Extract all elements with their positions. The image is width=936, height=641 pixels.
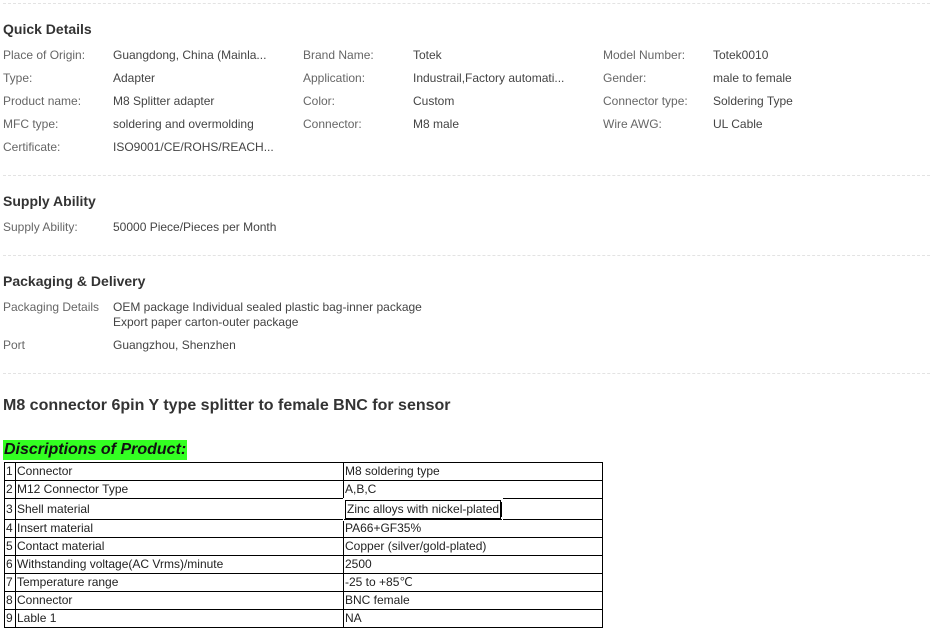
- row-number: 9: [4, 609, 16, 628]
- row-number: 1: [4, 462, 16, 481]
- field-label: Brand Name:: [303, 48, 374, 62]
- field-value: soldering and overmolding: [113, 117, 254, 131]
- field-value: UL Cable: [713, 117, 763, 131]
- product-title: M8 connector 6pin Y type splitter to fem…: [3, 397, 451, 414]
- spec-value-cell: Zinc alloys with nickel-plated: [342, 497, 603, 521]
- field-label: Product name:: [3, 94, 82, 108]
- divider: [3, 3, 930, 4]
- field-label: Color:: [303, 94, 336, 108]
- row-number: 3: [4, 498, 16, 520]
- spec-key: Connector: [15, 462, 344, 481]
- table-row: 5 Contact material Copper (silver/gold-p…: [4, 537, 603, 556]
- field-label: Wire AWG:: [603, 117, 662, 131]
- field-value: ISO9001/CE/ROHS/REACH...: [113, 140, 274, 154]
- field-value: Guangdong, China (Mainla...: [113, 48, 267, 62]
- table-row: 1 Connector M8 soldering type: [4, 462, 603, 481]
- field-value: Adapter: [113, 71, 156, 85]
- field-label: Application:: [303, 71, 366, 85]
- field-label: Type:: [3, 71, 33, 85]
- row-number: 4: [4, 519, 16, 538]
- spec-value: -25 to +85℃: [343, 573, 603, 592]
- spec-value: A,B,C: [343, 480, 603, 499]
- field-value: M8 male: [413, 117, 460, 131]
- divider: [3, 175, 930, 176]
- packaging-details-line: OEM package Individual sealed plastic ba…: [113, 300, 422, 314]
- section-title-supply-ability: Supply Ability: [3, 193, 96, 209]
- field-label: Model Number:: [603, 48, 686, 62]
- spec-key: Withstanding voltage(AC Vrms)/minute: [15, 555, 344, 574]
- section-title-packaging: Packaging & Delivery: [3, 273, 146, 289]
- port-value: Guangzhou, Shenzhen: [113, 338, 236, 352]
- field-value: male to female: [713, 71, 792, 85]
- field-value: Totek: [413, 48, 442, 62]
- table-row: 4 Insert material PA66+GF35%: [4, 519, 603, 538]
- supply-ability-label: Supply Ability:: [3, 220, 78, 234]
- field-value: Totek0010: [713, 48, 769, 62]
- row-number: 8: [4, 591, 16, 610]
- spec-value: PA66+GF35%: [343, 519, 603, 538]
- spec-key: M12 Connector Type: [15, 480, 344, 499]
- spec-key: Shell material: [15, 498, 344, 520]
- spec-value: BNC female: [343, 591, 603, 610]
- table-row: 7 Temperature range -25 to +85℃: [4, 573, 603, 592]
- field-value: Custom: [413, 94, 455, 108]
- packaging-details-label: Packaging Details: [3, 300, 100, 314]
- spec-value: 2500: [343, 555, 603, 574]
- spec-key: Connector: [15, 591, 344, 610]
- section-title-quick-details: Quick Details: [3, 21, 92, 37]
- field-label: Gender:: [603, 71, 647, 85]
- spec-key: Lable 1: [15, 609, 344, 628]
- divider: [3, 255, 930, 256]
- spec-value: Zinc alloys with nickel-plated: [342, 497, 504, 521]
- field-label: Connector type:: [603, 94, 688, 108]
- field-label: Certificate:: [3, 140, 61, 154]
- field-value: Industrail,Factory automati...: [413, 71, 565, 85]
- spec-table: 1 Connector M8 soldering type 2 M12 Conn…: [4, 462, 603, 628]
- spec-key: Temperature range: [15, 573, 344, 592]
- spec-value: M8 soldering type: [343, 462, 603, 481]
- row-number: 5: [4, 537, 16, 556]
- table-row: 2 M12 Connector Type A,B,C: [4, 480, 603, 499]
- row-number: 2: [4, 480, 16, 499]
- table-row: 6 Withstanding voltage(AC Vrms)/minute 2…: [4, 555, 603, 574]
- field-value: Soldering Type: [713, 94, 793, 108]
- field-label: Connector:: [303, 117, 362, 131]
- table-row: 3 Shell material Zinc alloys with nickel…: [4, 497, 603, 521]
- spec-key: Contact material: [15, 537, 344, 556]
- supply-ability-value: 50000 Piece/Pieces per Month: [113, 220, 277, 234]
- discriptions-heading: Discriptions of Product:: [3, 440, 188, 460]
- packaging-details-line: Export paper carton-outer package: [113, 315, 299, 329]
- field-label: MFC type:: [3, 117, 59, 131]
- divider: [3, 373, 930, 374]
- row-number: 6: [4, 555, 16, 574]
- field-label: Place of Origin:: [3, 48, 86, 62]
- row-number: 7: [4, 573, 16, 592]
- spec-key: Insert material: [15, 519, 344, 538]
- spec-value: Copper (silver/gold-plated): [343, 537, 603, 556]
- spec-value: NA: [343, 609, 603, 628]
- table-row: 8 Connector BNC female: [4, 591, 603, 610]
- port-label: Port: [3, 338, 26, 352]
- table-row: 9 Lable 1 NA: [4, 609, 603, 628]
- field-value: M8 Splitter adapter: [113, 94, 215, 108]
